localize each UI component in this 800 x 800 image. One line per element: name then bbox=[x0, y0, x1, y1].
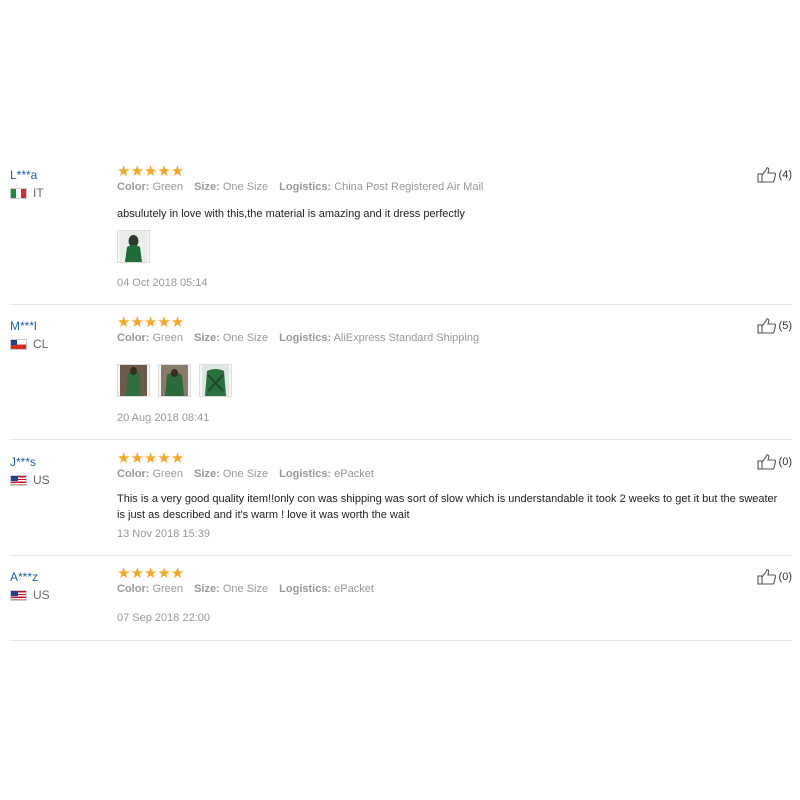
star-rating: ★★★★★ bbox=[117, 565, 185, 582]
review-text: This is a very good quality item!!only c… bbox=[117, 493, 778, 521]
helpful-button[interactable]: (4) bbox=[756, 167, 792, 183]
color-label: Color: bbox=[117, 583, 150, 595]
reviewer-name[interactable]: L***a bbox=[10, 168, 37, 182]
size-value: One Size bbox=[222, 332, 269, 344]
flag-usa-icon bbox=[10, 474, 27, 486]
reviewer-name[interactable]: M***l bbox=[10, 319, 37, 333]
photo-thumbnail[interactable] bbox=[117, 230, 150, 263]
review-date: 13 Nov 2018 15:39 bbox=[117, 528, 210, 540]
review-item: M***l CL ★★★★★ Color: Green Size: One Si… bbox=[10, 314, 792, 440]
logistics-value: AliExpress Standard Shipping bbox=[333, 332, 480, 344]
helpful-count: (0) bbox=[778, 571, 792, 583]
logistics-value: ePacket bbox=[334, 468, 374, 480]
star-rating: ★★★★★ bbox=[117, 450, 185, 467]
star-rating: ★★★★★ bbox=[117, 163, 185, 180]
review-item: A***z US ★★★★★ Color: Green Size: One Si… bbox=[10, 565, 792, 641]
thumbs-up-icon bbox=[756, 318, 776, 334]
reviewer-name[interactable]: A***z bbox=[10, 570, 38, 584]
photo-icon bbox=[120, 365, 147, 396]
review-item: L***a IT ★★★★★ Color: Green Size: One Si… bbox=[10, 163, 792, 305]
photo-thumbnail[interactable] bbox=[117, 364, 150, 397]
color-label: Color: bbox=[117, 468, 150, 480]
photo-thumbnail[interactable] bbox=[199, 364, 232, 397]
color-label: Color: bbox=[117, 181, 150, 193]
review-photos bbox=[117, 230, 150, 263]
star-rating: ★★★★★ bbox=[117, 314, 185, 331]
size-value: One Size bbox=[222, 181, 269, 193]
helpful-count: (4) bbox=[778, 169, 792, 181]
helpful-button[interactable]: (0) bbox=[756, 569, 792, 585]
photo-icon bbox=[202, 365, 229, 396]
review-meta: Color: Green Size: One Size Logistics: C… bbox=[117, 181, 491, 193]
review-meta: Color: Green Size: One Size Logistics: e… bbox=[117, 583, 382, 595]
size-value: One Size bbox=[222, 583, 269, 595]
flag-usa-icon bbox=[10, 589, 27, 601]
review-date: 20 Aug 2018 08:41 bbox=[117, 412, 210, 424]
logistics-label: Logistics: bbox=[279, 583, 332, 595]
color-value: Green bbox=[152, 332, 184, 344]
country-code: US bbox=[33, 473, 50, 487]
thumbs-up-icon bbox=[756, 167, 776, 183]
color-value: Green bbox=[152, 583, 184, 595]
size-label: Size: bbox=[194, 332, 220, 344]
logistics-value: China Post Registered Air Mail bbox=[334, 181, 484, 193]
thumbs-up-icon bbox=[756, 454, 776, 470]
color-value: Green bbox=[152, 181, 184, 193]
size-label: Size: bbox=[194, 468, 220, 480]
reviewer-country: US bbox=[10, 588, 50, 602]
size-label: Size: bbox=[194, 181, 220, 193]
review-item: J***s US ★★★★★ Color: Green Size: One Si… bbox=[10, 450, 792, 556]
review-photos bbox=[117, 364, 232, 397]
helpful-button[interactable]: (0) bbox=[756, 454, 792, 470]
photo-icon bbox=[120, 231, 147, 262]
review-text: absulutely in love with this,the materia… bbox=[117, 208, 465, 220]
color-label: Color: bbox=[117, 332, 150, 344]
reviewer-country: US bbox=[10, 473, 50, 487]
color-value: Green bbox=[152, 468, 184, 480]
size-value: One Size bbox=[222, 468, 269, 480]
logistics-label: Logistics: bbox=[279, 468, 332, 480]
helpful-count: (0) bbox=[778, 456, 792, 468]
logistics-label: Logistics: bbox=[279, 332, 332, 344]
reviewer-name[interactable]: J***s bbox=[10, 455, 36, 469]
country-code: US bbox=[33, 588, 50, 602]
review-date: 04 Oct 2018 05:14 bbox=[117, 277, 208, 289]
country-code: IT bbox=[33, 186, 44, 200]
review-meta: Color: Green Size: One Size Logistics: e… bbox=[117, 468, 382, 480]
reviewer-country: CL bbox=[10, 337, 48, 351]
photo-thumbnail[interactable] bbox=[158, 364, 191, 397]
reviews-list: L***a IT ★★★★★ Color: Green Size: One Si… bbox=[0, 0, 800, 800]
helpful-count: (5) bbox=[778, 320, 792, 332]
flag-italy-icon bbox=[10, 187, 27, 199]
logistics-value: ePacket bbox=[334, 583, 374, 595]
size-label: Size: bbox=[194, 583, 220, 595]
country-code: CL bbox=[33, 337, 49, 351]
reviewer-country: IT bbox=[10, 186, 44, 200]
thumbs-up-icon bbox=[756, 569, 776, 585]
helpful-button[interactable]: (5) bbox=[756, 318, 792, 334]
flag-chile-icon bbox=[10, 338, 27, 350]
logistics-label: Logistics: bbox=[279, 181, 332, 193]
photo-icon bbox=[161, 365, 188, 396]
review-date: 07 Sep 2018 22:00 bbox=[117, 612, 210, 624]
review-meta: Color: Green Size: One Size Logistics: A… bbox=[117, 332, 487, 344]
